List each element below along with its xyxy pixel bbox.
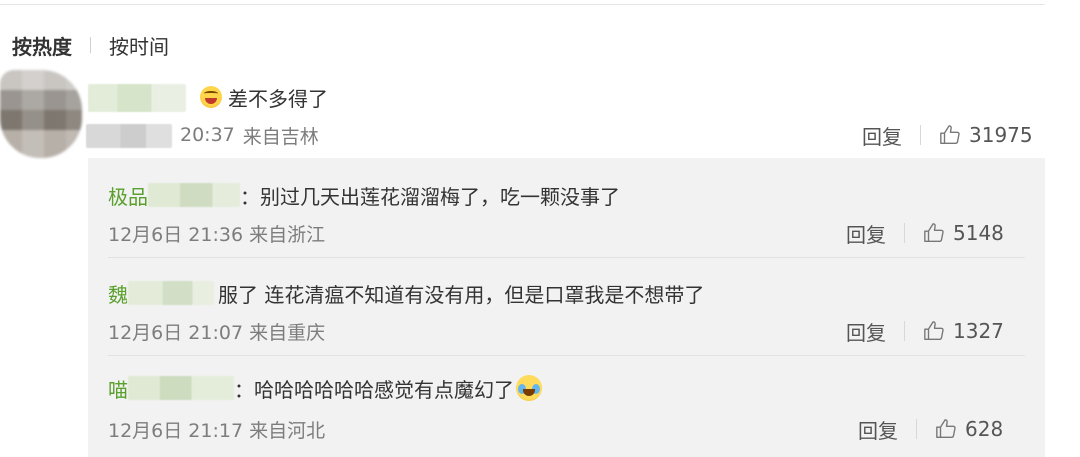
main-comment-location: 来自吉林: [242, 125, 319, 148]
reply-username[interactable]: 魏: [108, 279, 128, 308]
main-comment-text: 差不多得了: [228, 86, 328, 111]
top-divider: [0, 4, 1045, 5]
reply-username[interactable]: 喵: [108, 374, 128, 403]
thumbs-up-icon: [936, 419, 956, 438]
reply-content: 魏 服了 连花清瘟不知道有没有用，但是口罩我是不想带了: [108, 278, 704, 308]
blurred-username-suffix: [128, 281, 214, 305]
reply-item: 喵 ：哈哈哈哈哈哈感觉有点魔幻了 12月6日 21:17 来自河北 回复 628: [88, 356, 1045, 457]
like-count: 31975: [969, 123, 1033, 147]
like-count: 1327: [953, 319, 1004, 343]
avatar[interactable]: [0, 70, 82, 158]
reply-text: ：别过几天出莲花溜溜梅了，吃一颗没事了: [240, 184, 620, 209]
thumbs-up-icon: [924, 321, 944, 340]
reply-actions: 回复 5148: [846, 218, 1004, 248]
main-comment: 差不多得了: [200, 82, 328, 112]
reply-meta: 12月6日 21:07 来自重庆: [108, 316, 325, 346]
sort-by-time-tab[interactable]: 按时间: [109, 31, 169, 60]
blurred-username[interactable]: [88, 84, 186, 112]
like-button[interactable]: 1327: [923, 319, 1004, 343]
sort-by-hot-tab[interactable]: 按热度: [12, 31, 72, 60]
action-separator: [904, 321, 905, 341]
action-separator: [904, 223, 905, 243]
sort-bar: 按热度 按时间: [12, 30, 169, 60]
sort-separator: [90, 37, 91, 53]
reply-item: 极品 ：别过几天出莲花溜溜梅了，吃一颗没事了 12月6日 21:36 来自浙江 …: [88, 158, 1045, 258]
like-count: 628: [965, 417, 1004, 441]
reply-button[interactable]: 回复: [846, 317, 886, 346]
main-comment-meta: 20:37 来自吉林: [92, 120, 319, 150]
reply-button[interactable]: 回复: [846, 219, 886, 248]
reply-location: 来自河北: [249, 419, 326, 442]
reply-item: 魏 服了 连花清瘟不知道有没有用，但是口罩我是不想带了 12月6日 21:07 …: [88, 258, 1045, 356]
reply-text: ：哈哈哈哈哈哈感觉有点魔幻了: [234, 377, 514, 402]
reply-time: 12月6日 21:17: [108, 419, 244, 442]
reply-time: 12月6日 21:36: [108, 223, 244, 246]
reply-username[interactable]: 极品: [108, 181, 148, 210]
like-button[interactable]: 628: [935, 417, 1003, 441]
reply-meta: 12月6日 21:17 来自河北: [108, 414, 325, 444]
reply-actions: 回复 628: [858, 414, 1003, 444]
reply-text: 服了 连花清瘟不知道有没有用，但是口罩我是不想带了: [218, 282, 705, 307]
like-button[interactable]: 5148: [923, 221, 1004, 245]
reply-content: 极品 ：别过几天出莲花溜溜梅了，吃一颗没事了: [108, 180, 620, 210]
replies-container: 极品 ：别过几天出莲花溜溜梅了，吃一颗没事了 12月6日 21:36 来自浙江 …: [88, 158, 1045, 457]
reply-location: 来自重庆: [249, 321, 326, 344]
reply-time: 12月6日 21:07: [108, 321, 244, 344]
thumbs-up-icon: [940, 125, 960, 144]
action-separator: [920, 125, 921, 145]
main-comment-time: 20:37: [180, 124, 235, 146]
reply-content: 喵 ：哈哈哈哈哈哈感觉有点魔幻了: [108, 373, 542, 403]
main-comment-actions: 回复 31975: [862, 120, 1033, 150]
reply-location: 来自浙江: [249, 223, 326, 246]
blurred-username-suffix: [148, 183, 240, 207]
like-button[interactable]: 31975: [939, 123, 1033, 147]
reply-actions: 回复 1327: [846, 316, 1004, 346]
reply-meta: 12月6日 21:36 来自浙江: [108, 218, 325, 248]
like-count: 5148: [953, 221, 1004, 245]
reply-button[interactable]: 回复: [862, 121, 902, 150]
reply-button[interactable]: 回复: [858, 415, 898, 444]
thumbs-up-icon: [924, 223, 944, 242]
blurred-username-suffix: [128, 376, 234, 400]
laughing-crying-face-icon: [516, 375, 542, 401]
action-separator: [916, 419, 917, 439]
grinning-face-icon: [200, 86, 222, 108]
